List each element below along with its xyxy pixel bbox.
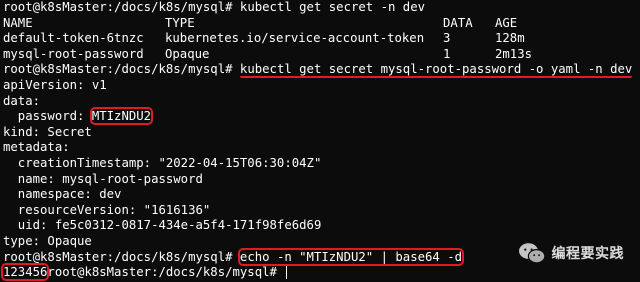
watermark-text: 编程要实践 [551, 246, 624, 262]
cell-type: Opaque [165, 46, 210, 61]
column-header-age: AGE [495, 15, 518, 30]
table-header: NAME TYPE DATA AGE [3, 16, 637, 32]
yaml-api-version: apiVersion: v1 [3, 77, 107, 92]
prompt: root@k8sMaster:/docs/k8s/mysql# [47, 265, 277, 280]
prompt: root@k8sMaster:/docs/k8s/mysql# [3, 62, 233, 77]
column-header-type: TYPE [165, 15, 195, 30]
prompt-line-4[interactable]: 123456root@k8sMaster:/docs/k8s/mysql# [0, 263, 637, 282]
command-get-secret-yaml: kubectl get secret mysql-root-password -… [239, 62, 633, 79]
cell-age: 128m [495, 31, 525, 46]
yaml-password-value: MTIzNDU2 [89, 107, 154, 126]
yaml-password-line: password: MTIzNDU2 [3, 107, 637, 126]
yaml-metadata: metadata: [3, 140, 70, 155]
prompt: root@k8sMaster:/docs/k8s/mysql# [3, 0, 233, 14]
yaml-name: name: mysql-root-password [3, 171, 203, 186]
watermark: 编程要实践 [518, 242, 625, 264]
table-row: mysql-root-password Opaque 1 2m13s [3, 47, 637, 63]
prompt-line-2: root@k8sMaster:/docs/k8s/mysql# kubectl … [3, 62, 637, 79]
yaml-kind: kind: Secret [3, 124, 92, 139]
yaml-creation-timestamp: creationTimestamp: "2022-04-15T06:30:04Z… [3, 155, 322, 170]
prompt: root@k8sMaster:/docs/k8s/mysql# [3, 249, 233, 264]
cell-data: 3 [443, 31, 451, 46]
prompt-line-1: root@k8sMaster:/docs/k8s/mysql# kubectl … [3, 0, 637, 16]
command-get-secrets: kubectl get secret -n dev [239, 0, 426, 14]
column-header-data: DATA [443, 15, 473, 30]
wechat-icon [518, 243, 545, 264]
yaml-resource-version: resourceVersion: "1616136" [3, 202, 211, 217]
command-decode: echo -n "MTIzNDU2" | base64 -d [237, 247, 465, 266]
cell-data: 1 [443, 46, 451, 61]
yaml-data: data: [3, 93, 41, 108]
cell-age: 2m13s [495, 46, 533, 61]
yaml-uid: uid: fe5c0312-0817-434e-a5f4-171f98fe6d6… [3, 218, 322, 233]
cell-name: default-token-6tnzc [3, 31, 144, 46]
decoded-output: 123456 [0, 263, 50, 282]
terminal-window[interactable]: root@k8sMaster:/docs/k8s/mysql# kubectl … [0, 0, 637, 282]
yaml-password-key: password: [3, 109, 92, 124]
column-header-name: NAME [3, 15, 33, 30]
text-cursor [286, 266, 288, 280]
yaml-namespace: namespace: dev [3, 187, 122, 202]
cell-type: kubernetes.io/service-account-token [165, 31, 425, 46]
table-row: default-token-6tnzc kubernetes.io/service… [3, 31, 637, 47]
cell-name: mysql-root-password [3, 46, 144, 61]
